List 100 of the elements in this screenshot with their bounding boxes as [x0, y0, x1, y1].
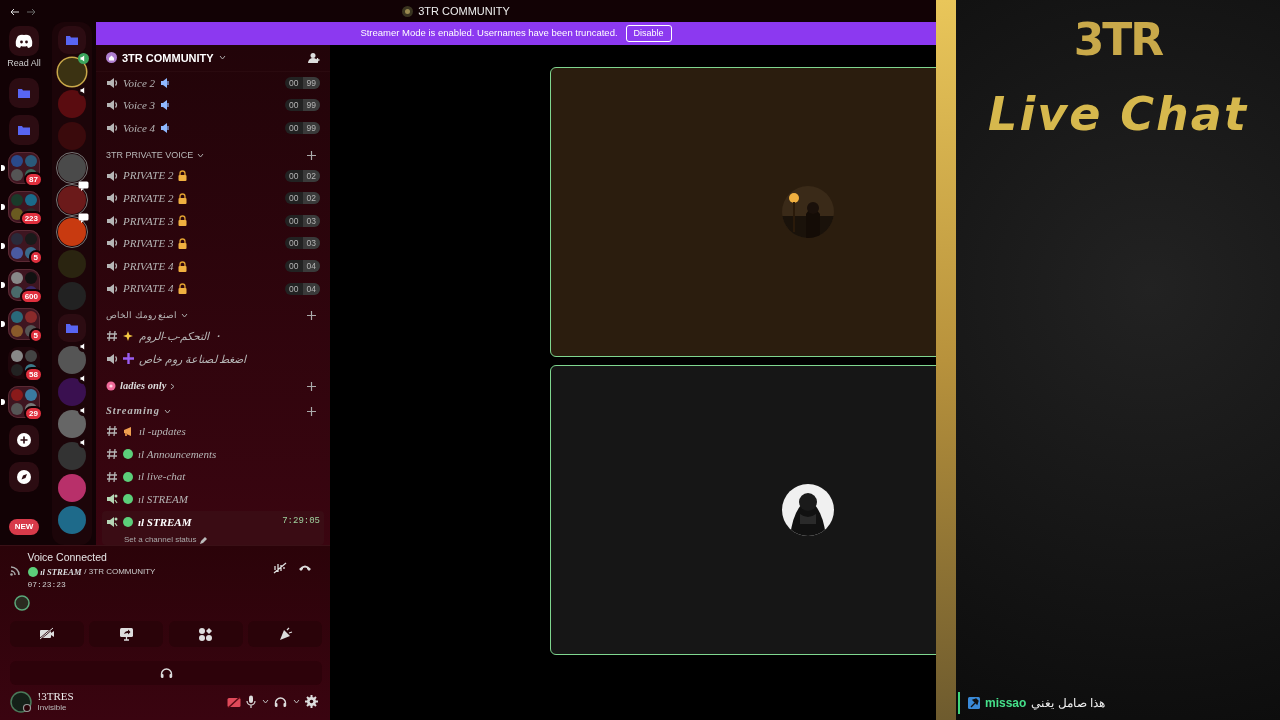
- channel-item[interactable]: Voice 4 00 99: [102, 116, 324, 140]
- noise-suppression-icon[interactable]: [273, 562, 287, 574]
- lock-icon: [178, 192, 188, 204]
- channel-item[interactable]: PRIVATE 3 00 03: [102, 209, 324, 233]
- live-chat-title: Live Chat: [988, 86, 1248, 143]
- video-tile[interactable]: [550, 365, 936, 655]
- channel-item[interactable]: PRIVATE 2 00 02: [102, 186, 324, 210]
- speaker-icon: [106, 99, 118, 112]
- activities-icon: [198, 626, 214, 641]
- channel-item[interactable]: PRIVATE 3 00 03: [102, 232, 324, 255]
- folder-icon: [66, 35, 78, 45]
- channel-item[interactable]: ıl -updates: [102, 420, 324, 443]
- streamer-mode-icon[interactable]: [226, 695, 241, 708]
- discover-button[interactable]: [9, 461, 39, 492]
- channel-item[interactable]: Voice 3 00 99: [102, 94, 324, 117]
- lock-icon: [178, 283, 188, 295]
- camera-button[interactable]: [10, 620, 84, 647]
- speaker-icon: [160, 123, 171, 134]
- server-link[interactable]: / 3TR COMMUNITY: [84, 566, 156, 579]
- folder-button[interactable]: [58, 314, 86, 342]
- user-avatar[interactable]: [10, 690, 32, 713]
- speaker-icon: [106, 260, 118, 273]
- disable-button[interactable]: Disable: [625, 24, 672, 43]
- plus-icon[interactable]: [307, 311, 316, 321]
- user-count: 00: [288, 76, 300, 89]
- channel-name: Voice 4: [123, 120, 156, 136]
- avatar[interactable]: [14, 594, 30, 611]
- channel-item[interactable]: Voice 2 00 99: [102, 71, 324, 95]
- channel-name: PRIVATE 2: [123, 191, 174, 206]
- speaker-icon: [106, 282, 118, 295]
- back-arrow-icon[interactable]: [10, 7, 20, 16]
- server-name[interactable]: 3TR COMMUNITY: [122, 49, 214, 67]
- folder-button[interactable]: [9, 77, 39, 108]
- add-server-button[interactable]: [9, 424, 39, 455]
- channel-name: PRIVATE 4: [123, 281, 174, 297]
- status-dot-icon: [27, 567, 38, 578]
- category-name[interactable]: ladies only: [120, 378, 167, 394]
- plus-icon: [17, 432, 31, 447]
- category-name[interactable]: اصنع رومك الخاص: [106, 309, 177, 323]
- speaker-icon: [78, 53, 89, 64]
- forward-arrow-icon[interactable]: [26, 7, 36, 16]
- voice-status: Voice Connected: [27, 550, 108, 565]
- channel-name: ıl STREAM: [138, 514, 192, 530]
- logo: 3TR: [1073, 18, 1163, 62]
- folder-icon: [66, 323, 78, 333]
- elapsed-time: 07:23:23: [27, 578, 67, 591]
- lock-icon: [178, 215, 188, 227]
- channel-item[interactable]: اضغط لصناعة روم خاص: [102, 347, 324, 371]
- category-name[interactable]: 3TR PRIVATE VOICE: [106, 148, 194, 163]
- folder-button[interactable]: [58, 26, 86, 54]
- speaker-icon: [106, 237, 118, 250]
- invite-icon[interactable]: [308, 51, 320, 64]
- discord-home-button[interactable]: [9, 26, 39, 56]
- user-limit: 04: [302, 282, 320, 295]
- activities-button[interactable]: [168, 620, 243, 647]
- channel-status-link[interactable]: Set a channel status: [124, 535, 197, 545]
- channel-name: ıl live-chat: [138, 469, 186, 485]
- channel-item[interactable]: PRIVATE 2 00 02: [102, 164, 324, 187]
- headphones-icon: [159, 666, 173, 679]
- voice-activity-icon: [106, 493, 118, 506]
- channel-name: PRIVATE 4: [123, 258, 174, 274]
- plus-icon[interactable]: [307, 150, 316, 160]
- screen-share-button[interactable]: [89, 620, 164, 647]
- user-limit: 99: [302, 99, 320, 112]
- channel-link[interactable]: ıl STREAM: [40, 565, 82, 579]
- server-icon[interactable]: [58, 186, 86, 214]
- hash-icon: [106, 448, 118, 460]
- plus-icon[interactable]: [307, 406, 316, 416]
- speaker-icon: [106, 192, 118, 205]
- channel-item[interactable]: ıl STREAM: [102, 487, 324, 511]
- read-all-link[interactable]: Read All: [7, 57, 41, 71]
- channel-item[interactable]: PRIVATE 4 00 04: [102, 277, 324, 300]
- microphone-icon[interactable]: [246, 695, 256, 709]
- new-badge: NEW: [8, 519, 40, 535]
- category-name[interactable]: Streaming: [106, 403, 160, 419]
- chevron-down-icon[interactable]: [292, 699, 300, 705]
- unread-count-badge: 87: [24, 171, 43, 187]
- channel-name: اضغط لصناعة روم خاص: [139, 351, 247, 368]
- channel-name: Voice 2: [123, 75, 156, 91]
- folder-button[interactable]: [9, 114, 39, 145]
- window-title: 3TR COMMUNITY: [418, 3, 510, 19]
- headphones-icon[interactable]: [274, 695, 287, 708]
- channel-item[interactable]: ıl Announcements: [102, 442, 324, 466]
- video-tile[interactable]: [550, 67, 936, 357]
- channel-item[interactable]: PRIVATE 4 00 04: [102, 254, 324, 278]
- lock-icon: [178, 170, 188, 182]
- chevron-down-icon[interactable]: [261, 699, 269, 705]
- channel-item[interactable]: ıl live-chat: [102, 465, 324, 488]
- megaphone-icon: [123, 425, 134, 437]
- soundboard-button[interactable]: [248, 620, 322, 647]
- settings-icon[interactable]: [305, 695, 318, 709]
- chat-text: هذا صامل يغني: [1031, 695, 1106, 712]
- server-icon[interactable]: [58, 218, 86, 246]
- server-icon[interactable]: [58, 58, 86, 86]
- channel-name: التحكم-ب-الروم ・: [139, 329, 224, 345]
- channel-item[interactable]: ıl STREAM 7:29:05 Set a channel status: [102, 510, 324, 545]
- plus-icon[interactable]: [307, 381, 316, 391]
- server-icon: [106, 52, 117, 64]
- server-folder[interactable]: 58: [8, 346, 40, 379]
- channel-item[interactable]: التحكم-ب-الروم ・: [102, 324, 324, 348]
